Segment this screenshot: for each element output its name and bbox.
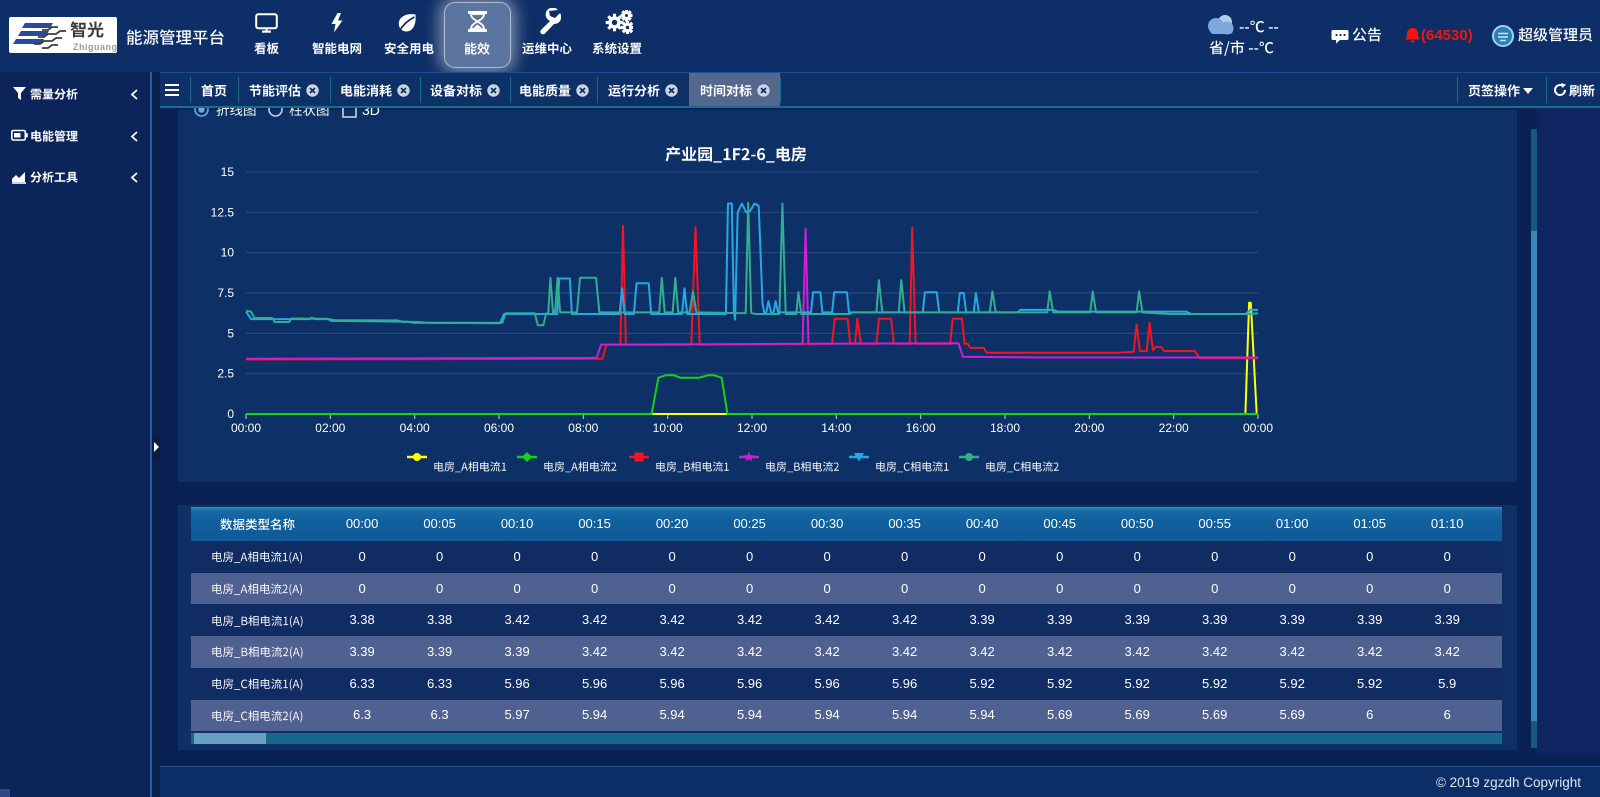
svg-text:12.5: 12.5 bbox=[211, 205, 235, 219]
svg-text:06:00: 06:00 bbox=[484, 421, 514, 435]
svg-text:04:00: 04:00 bbox=[400, 421, 430, 435]
svg-text:10: 10 bbox=[221, 246, 235, 260]
svg-text:14:00: 14:00 bbox=[821, 421, 851, 435]
svg-text:20:00: 20:00 bbox=[1074, 421, 1104, 435]
svg-text:7.5: 7.5 bbox=[217, 286, 234, 300]
svg-text:12:00: 12:00 bbox=[737, 421, 767, 435]
svg-text:08:00: 08:00 bbox=[568, 421, 598, 435]
svg-text:16:00: 16:00 bbox=[906, 421, 936, 435]
svg-text:0: 0 bbox=[227, 407, 234, 421]
svg-text:5: 5 bbox=[227, 326, 234, 340]
svg-text:10:00: 10:00 bbox=[653, 421, 683, 435]
svg-text:00:00: 00:00 bbox=[231, 421, 261, 435]
svg-text:00:00: 00:00 bbox=[1243, 421, 1273, 435]
svg-text:22:00: 22:00 bbox=[1159, 421, 1189, 435]
svg-text:02:00: 02:00 bbox=[315, 421, 345, 435]
svg-text:18:00: 18:00 bbox=[990, 421, 1020, 435]
svg-text:15: 15 bbox=[221, 165, 235, 179]
svg-text:2.5: 2.5 bbox=[217, 367, 234, 381]
